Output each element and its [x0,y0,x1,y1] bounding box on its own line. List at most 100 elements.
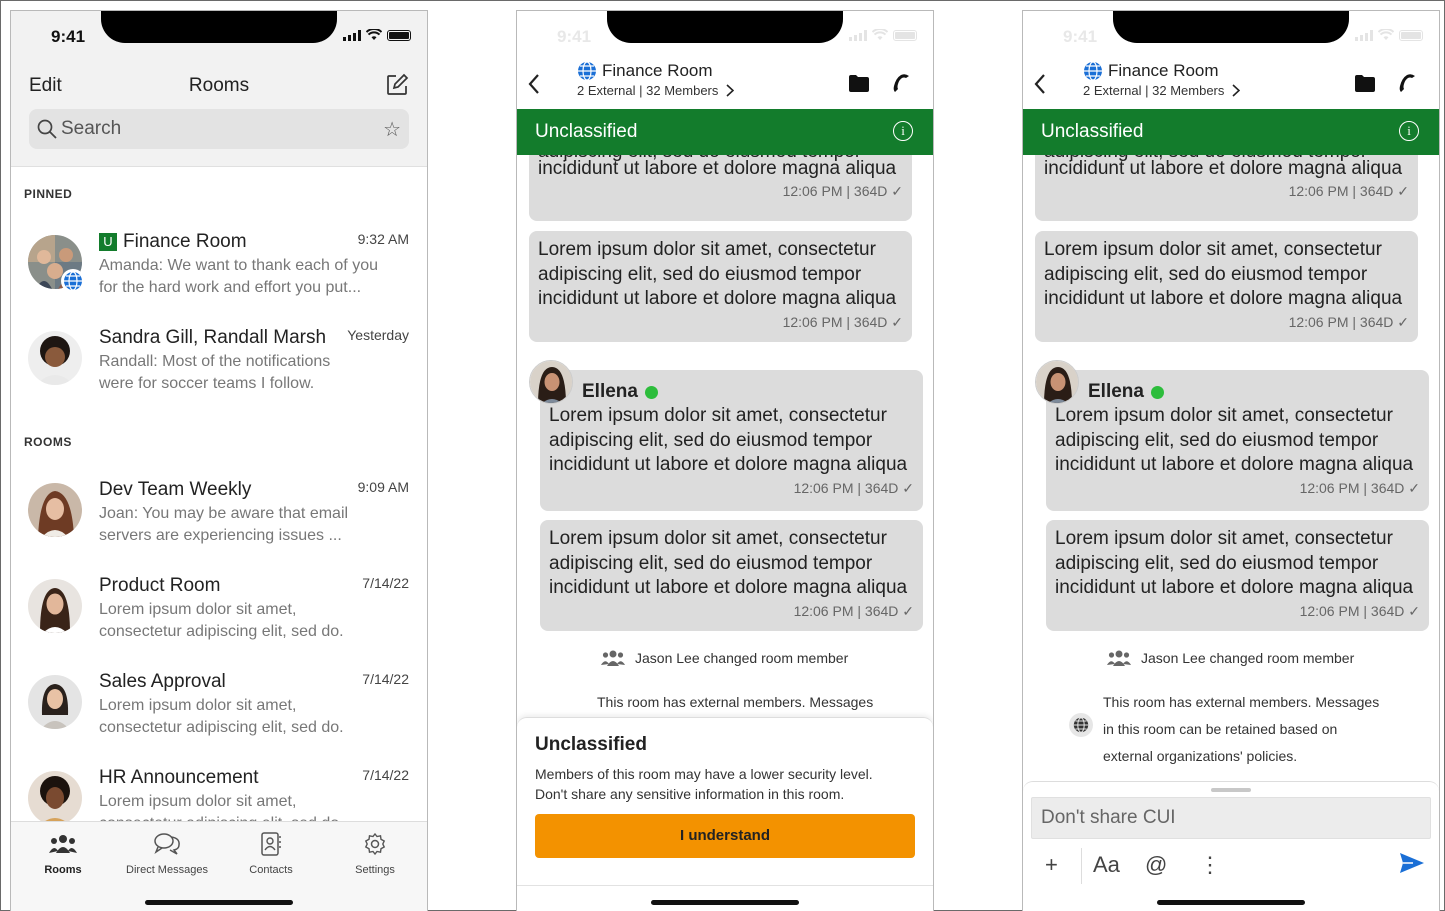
message-composer: Don't share CUI + Aa @ ⋮ [1023,781,1439,911]
avatar [28,771,82,821]
status-time: 9:41 [51,27,86,46]
home-indicator [651,900,799,905]
phone-call-icon[interactable] [891,73,911,98]
star-icon[interactable]: ☆ [383,117,401,142]
status-bar: 9:41 [517,11,933,61]
phone-call-icon[interactable] [1397,73,1417,98]
tab-label: Contacts [249,864,293,876]
room-name: Dev Team Weekly [99,479,252,500]
chat-screen: 9:41 Finance Room 2 External | 32 Member… [1022,10,1440,911]
avatar[interactable] [529,360,573,404]
contacts-book-icon [219,830,323,858]
plus-icon[interactable]: + [1045,852,1058,878]
room-preview: Lorem ipsum dolor sit amet,consectetur a… [99,697,344,736]
room-preview: Joan: You may be aware that email servers… [99,505,349,544]
room-row-sandra-randall[interactable]: Sandra Gill, Randall Marsh Yesterday Ran… [11,319,427,415]
home-indicator [1157,900,1305,905]
message-bubble[interactable]: Lorem ipsum dolor sit amet, consectetur … [1046,520,1429,631]
message-bubble[interactable]: Lorem ipsum dolor sit amet, consectetur … [1035,231,1418,342]
avatar [28,483,82,537]
mention-button[interactable]: @ [1145,852,1167,878]
message-bubble[interactable]: Lorem ipsum dolor sit amet, consectetur … [540,520,923,631]
tab-settings[interactable]: Settings [323,830,427,876]
room-row-finance[interactable]: U Finance Room 9:32 AM Amanda: We want to… [11,223,427,319]
online-status-dot [1150,385,1164,399]
room-name: Product Room [99,575,221,596]
room-row-product[interactable]: Product Room 7/14/22 Lorem ipsum dolor s… [11,567,427,663]
status-time: 9:41 [1063,27,1098,46]
room-time: 7/14/22 [362,767,409,783]
room-name: U Finance Room [99,231,247,253]
tab-label: Direct Messages [126,864,208,876]
pinned-section-label: PINNED [24,187,73,201]
message-bubble[interactable]: adipiscing elit, sed do eiusmod tempor i… [529,155,912,221]
globe-icon [1084,61,1102,81]
chat-header: Finance Room 2 External | 32 Members [1023,61,1439,109]
wifi-icon [366,29,382,40]
room-subtitle[interactable]: 2 External | 32 Members [577,83,735,98]
i-understand-button[interactable]: I understand [535,814,915,858]
room-subtitle[interactable]: 2 External | 32 Members [1083,83,1241,98]
info-icon[interactable]: i [893,121,913,141]
chat-header: Finance Room 2 External | 32 Members [517,61,933,109]
classification-warning-sheet: Unclassified Members of this room may ha… [517,717,933,887]
more-options-icon[interactable]: ⋮ [1199,852,1221,878]
rooms-header: Edit Rooms Search ☆ [11,61,427,167]
room-preview: Lorem ipsum dolor sit amet,consectetur a… [99,601,344,640]
message-bubble[interactable]: adipiscing elit, sed do eiusmod tempor i… [1035,155,1418,221]
message-bubble[interactable]: Lorem ipsum dolor sit amet, consectetur … [529,231,912,342]
search-input[interactable]: Search ☆ [29,109,409,149]
room-time: 7/14/22 [362,671,409,687]
system-message: Jason Lee changed room member [1107,649,1354,667]
folder-icon[interactable] [849,75,869,97]
notch [101,11,337,43]
room-row-dev-team[interactable]: Dev Team Weekly 9:09 AM Joan: You may be… [11,471,427,567]
back-chevron-icon[interactable] [527,73,541,100]
people-group-icon [1107,650,1131,666]
sheet-message: Members of this room may have a lower se… [535,766,873,802]
room-preview: Randall: Most of the notifications were f… [99,353,331,392]
info-icon[interactable]: i [1399,121,1419,141]
signal-icon [1355,29,1373,41]
composer-toolbar: + Aa @ ⋮ [1023,846,1439,886]
tab-bar: Rooms Direct Messages Contacts Settings [11,821,427,911]
format-text-button[interactable]: Aa [1093,852,1120,878]
classification-label: Unclassified [535,121,638,142]
tab-rooms[interactable]: Rooms [11,830,115,876]
sender-name: Ellena [582,381,658,403]
avatar[interactable] [1035,360,1079,404]
classification-banner: Unclassified i [517,109,933,155]
message-input[interactable]: Don't share CUI [1031,797,1431,839]
rooms-list-screen: 9:41 Edit Rooms Search ☆ PINNED U Financ… [10,10,428,911]
room-row-hr[interactable]: HR Announcement 7/14/22 Lorem ipsum dolo… [11,759,427,821]
tab-label: Rooms [44,864,82,876]
signal-icon [849,29,867,41]
room-row-sales[interactable]: Sales Approval 7/14/22 Lorem ipsum dolor… [11,663,427,759]
message-meta: 12:06 PM | 364D ✓ [1288,183,1409,199]
status-bar: 9:41 [11,11,427,61]
status-bar: 9:41 [1023,11,1439,61]
room-title[interactable]: Finance Room [577,61,713,81]
tab-contacts[interactable]: Contacts [219,830,323,876]
classification-banner: Unclassified i [1023,109,1439,155]
wifi-icon [1378,29,1394,40]
signal-icon [343,29,361,41]
rooms-section-label: ROOMS [24,435,72,449]
tab-direct-messages[interactable]: Direct Messages [115,830,219,876]
compose-icon[interactable] [385,73,409,102]
room-title[interactable]: Finance Room [1083,61,1219,81]
home-indicator [145,900,293,905]
folder-icon[interactable] [1355,75,1375,97]
drag-handle[interactable] [1211,788,1251,792]
rooms-list: PINNED U Finance Room 9:32 AM Amanda: We … [11,167,427,821]
room-time: 9:32 AM [357,231,409,247]
message-meta: 12:06 PM | 364D ✓ [1299,602,1420,619]
avatar [28,675,82,729]
back-chevron-icon[interactable] [1033,73,1047,100]
send-icon[interactable] [1399,852,1425,880]
sheet-title: Unclassified [535,734,647,755]
screens-canvas: 9:41 Edit Rooms Search ☆ PINNED U Financ… [0,0,1445,911]
search-icon [37,119,57,139]
page-title: Rooms [188,75,250,96]
sender-name: Ellena [1088,381,1164,403]
